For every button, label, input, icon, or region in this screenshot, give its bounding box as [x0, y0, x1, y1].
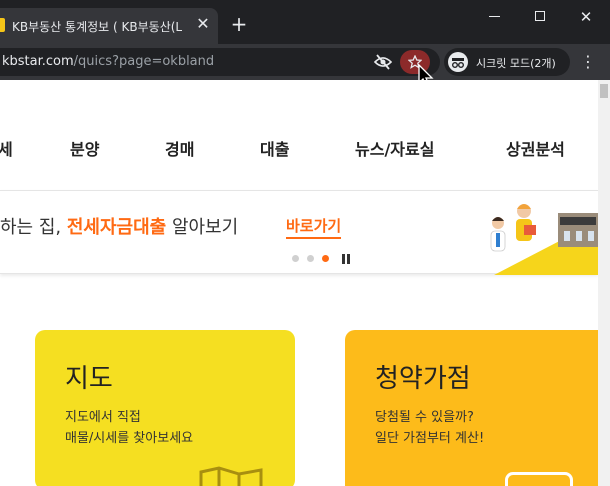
calculator-icon — [505, 472, 573, 486]
browser-menu-icon[interactable]: ⋮ — [578, 52, 598, 72]
minimize-icon — [489, 16, 500, 17]
new-tab-button[interactable]: + — [228, 14, 250, 36]
page-scrollbar[interactable] — [598, 80, 610, 486]
browser-toolbar: kbstar.com/quics?page=okbland 시크릿 모드(2개)… — [0, 44, 610, 87]
carousel-dot[interactable] — [307, 255, 314, 262]
carousel-dot[interactable] — [292, 255, 299, 262]
nav-item-loan[interactable]: 대출 — [260, 136, 289, 160]
map-card[interactable]: 지도 지도에서 직접 매물/시세를 찾아보세요 — [35, 330, 295, 486]
url-text[interactable]: kbstar.com/quics?page=okbland — [2, 54, 214, 69]
nav-item-jeonse[interactable]: 세 — [0, 136, 13, 160]
kb-favicon-icon — [0, 18, 5, 32]
subscription-score-card[interactable]: 청약가점 당첨될 수 있을까? 일단 가점부터 계산! — [345, 330, 598, 486]
maximize-button[interactable] — [520, 4, 560, 30]
address-bar[interactable]: kbstar.com/quics?page=okbland — [0, 48, 440, 76]
nav-item-auction[interactable]: 경매 — [165, 136, 194, 160]
nav-item-commercial-analysis[interactable]: 상권분석 — [506, 136, 565, 160]
banner-text: 하는 집, 전세자금대출 알아보기 — [0, 217, 239, 238]
banner-go-link[interactable]: 바로가기 — [286, 215, 342, 239]
carousel-dot-active[interactable] — [322, 255, 329, 262]
nav-item-presale[interactable]: 분양 — [70, 136, 99, 160]
card-title: 청약가점 — [375, 364, 471, 394]
tab-title: KB부동산 통계정보 ( KB부동산(L — [12, 20, 183, 34]
scrollbar-thumb[interactable] — [600, 84, 608, 98]
incognito-icon — [448, 52, 468, 72]
incognito-label: 시크릿 모드(2개) — [476, 57, 556, 70]
browser-titlebar: KB부동산 통계정보 ( KB부동산(L ✕ + ✕ — [0, 0, 610, 44]
minimize-button[interactable] — [474, 4, 514, 30]
promo-banner: 하는 집, 전세자금대출 알아보기 바로가기 — [0, 190, 598, 275]
card-description: 당첨될 수 있을까? 일단 가점부터 계산! — [375, 410, 485, 446]
tab-close-icon[interactable]: ✕ — [193, 14, 213, 34]
web-page: 세 분양 경매 대출 뉴스/자료실 상권분석 하는 집, 전세자금대출 알아보기… — [0, 80, 598, 486]
pause-icon[interactable] — [342, 254, 351, 264]
close-window-button[interactable]: ✕ — [566, 4, 606, 30]
card-title: 지도 — [65, 364, 113, 394]
eye-off-icon[interactable] — [374, 54, 392, 70]
banner-illustration — [490, 204, 598, 275]
map-icon — [199, 466, 263, 486]
card-description: 지도에서 직접 매물/시세를 찾아보세요 — [65, 410, 194, 446]
browser-tab[interactable]: KB부동산 통계정보 ( KB부동산(L ✕ — [0, 8, 218, 44]
nav-item-news[interactable]: 뉴스/자료실 — [355, 136, 434, 160]
main-nav: 세 분양 경매 대출 뉴스/자료실 상권분석 — [0, 80, 598, 190]
maximize-icon — [535, 11, 545, 21]
incognito-indicator[interactable]: 시크릿 모드(2개) — [444, 48, 570, 76]
